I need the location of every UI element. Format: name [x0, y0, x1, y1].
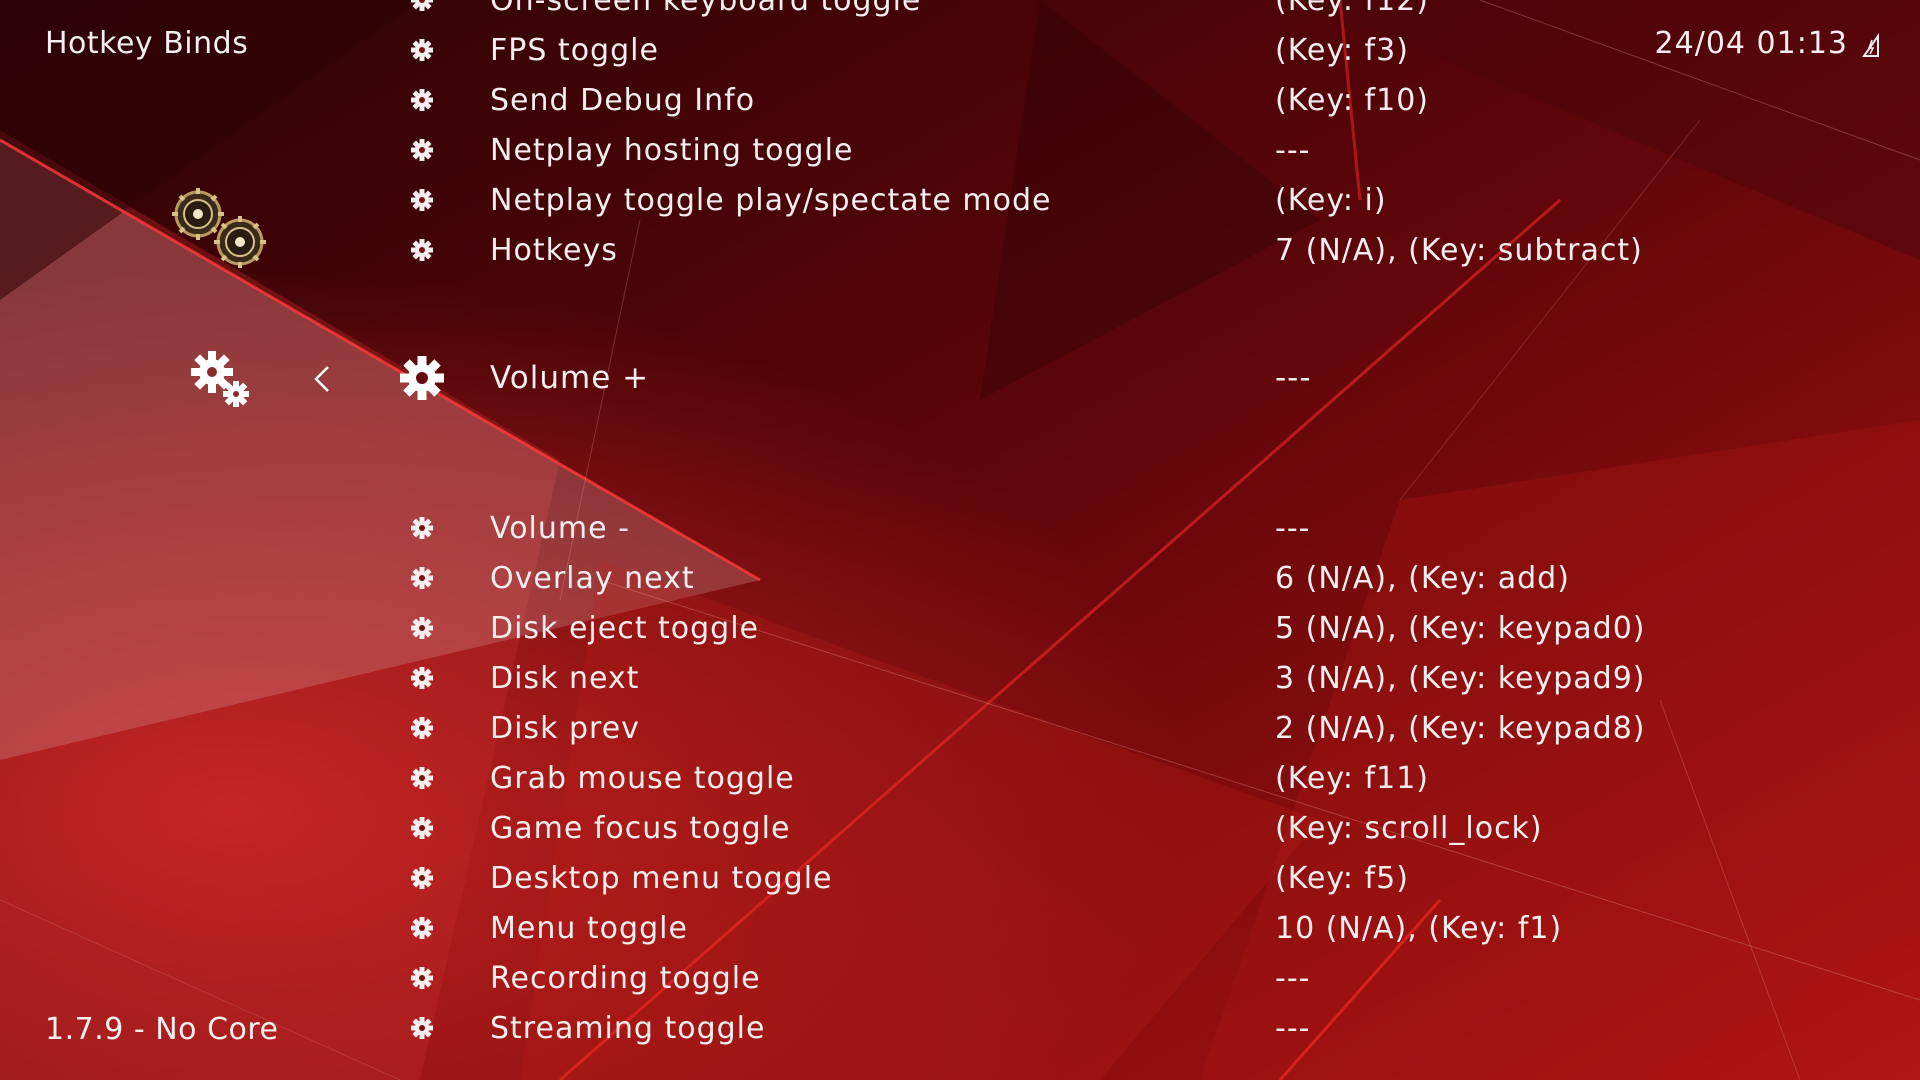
list-item-label: Netplay toggle play/spectate mode	[490, 182, 1052, 218]
list-item-value: (Key: f5)	[1275, 860, 1409, 896]
list-item-value: (Key: f11)	[1275, 760, 1429, 796]
list-item-label: Disk prev	[490, 710, 640, 746]
gear-icon	[395, 515, 449, 541]
list-item-label: FPS toggle	[490, 32, 659, 68]
list-item-value: ---	[1275, 510, 1311, 546]
hotkey-list: On-screen keyboard toggle (Key: f12) FPS t…	[0, 0, 1920, 1080]
list-item[interactable]: Netplay toggle play/spectate mode (Key: i…	[395, 176, 1695, 224]
list-item-value: 3 (N/A), (Key: keypad9)	[1275, 660, 1646, 696]
gear-icon	[395, 37, 449, 63]
list-item-label: Hotkeys	[490, 232, 618, 268]
list-item[interactable]: Netplay hosting toggle ---	[395, 126, 1695, 174]
gear-icon	[395, 715, 449, 741]
list-item[interactable]: Disk prev 2 (N/A), (Key: keypad8)	[395, 704, 1695, 752]
gear-icon	[395, 87, 449, 113]
list-item[interactable]: Grab mouse toggle (Key: f11)	[395, 754, 1695, 802]
list-item-value: (Key: i)	[1275, 182, 1387, 218]
list-item-label: Volume -	[490, 510, 630, 546]
list-item-label: Overlay next	[490, 560, 695, 596]
list-item-label: Grab mouse toggle	[490, 760, 795, 796]
list-item[interactable]: Overlay next 6 (N/A), (Key: add)	[395, 554, 1695, 602]
list-item-label: Volume +	[490, 360, 650, 396]
list-item-value: (Key: scroll_lock)	[1275, 810, 1543, 846]
gear-icon	[395, 865, 449, 891]
list-item[interactable]: FPS toggle (Key: f3)	[395, 26, 1695, 74]
gear-icon	[395, 354, 449, 402]
gear-icon	[395, 815, 449, 841]
list-item-value: ---	[1275, 960, 1311, 996]
list-item-label: Menu toggle	[490, 910, 688, 946]
list-item-value: (Key: f3)	[1275, 32, 1409, 68]
gear-icon	[395, 965, 449, 991]
gear-icon	[395, 187, 449, 213]
list-item-value: 2 (N/A), (Key: keypad8)	[1275, 710, 1646, 746]
list-item-value: 6 (N/A), (Key: add)	[1275, 560, 1570, 596]
list-item-value: ---	[1275, 132, 1311, 168]
list-item-label: On-screen keyboard toggle	[490, 0, 922, 18]
list-item[interactable]: Disk eject toggle 5 (N/A), (Key: keypad0)	[395, 604, 1695, 652]
gear-icon	[395, 615, 449, 641]
list-item[interactable]: On-screen keyboard toggle (Key: f12)	[395, 0, 1695, 24]
list-item-label: Desktop menu toggle	[490, 860, 833, 896]
list-item[interactable]: Menu toggle 10 (N/A), (Key: f1)	[395, 904, 1695, 952]
list-item-label: Recording toggle	[490, 960, 761, 996]
list-item-value: (Key: f12)	[1275, 0, 1429, 18]
list-item[interactable]: Send Debug Info (Key: f10)	[395, 76, 1695, 124]
list-item[interactable]: Streaming toggle ---	[395, 1004, 1695, 1052]
list-item-label: Game focus toggle	[490, 810, 791, 846]
version-label: 1.7.9 - No Core	[45, 1012, 279, 1047]
list-item[interactable]: Recording toggle ---	[395, 954, 1695, 1002]
gear-icon	[395, 765, 449, 791]
list-item-value: ---	[1275, 360, 1312, 396]
list-item-label: Streaming toggle	[490, 1010, 766, 1046]
list-item-value: 7 (N/A), (Key: subtract)	[1275, 232, 1643, 268]
list-item[interactable]: Desktop menu toggle (Key: f5)	[395, 854, 1695, 902]
gear-icon	[395, 237, 449, 263]
list-item-label: Disk next	[490, 660, 640, 696]
list-item-value: 10 (N/A), (Key: f1)	[1275, 910, 1563, 946]
list-item-label: Disk eject toggle	[490, 610, 760, 646]
list-item[interactable]: Disk next 3 (N/A), (Key: keypad9)	[395, 654, 1695, 702]
gear-icon	[395, 0, 449, 13]
gear-icon	[395, 565, 449, 591]
list-item[interactable]: Hotkeys 7 (N/A), (Key: subtract)	[395, 226, 1695, 274]
list-item-label: Netplay hosting toggle	[490, 132, 854, 168]
list-item-value: 5 (N/A), (Key: keypad0)	[1275, 610, 1646, 646]
list-item-selected[interactable]: Volume + ---	[395, 354, 1695, 402]
list-item-value: (Key: f10)	[1275, 82, 1429, 118]
gear-icon	[395, 137, 449, 163]
gear-icon	[395, 1015, 449, 1041]
list-item-label: Send Debug Info	[490, 82, 756, 118]
list-item[interactable]: Game focus toggle (Key: scroll_lock)	[395, 804, 1695, 852]
list-item[interactable]: Volume - ---	[395, 504, 1695, 552]
list-item-value: ---	[1275, 1010, 1311, 1046]
gear-icon	[395, 665, 449, 691]
gear-icon	[395, 915, 449, 941]
